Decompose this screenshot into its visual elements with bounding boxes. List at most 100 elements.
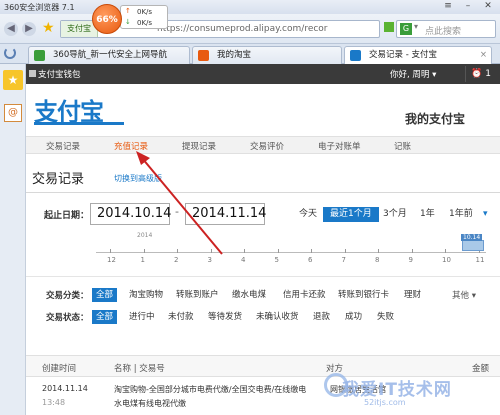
timeline-tick — [177, 249, 178, 253]
range-dropdown-icon[interactable]: ▾ — [480, 207, 491, 222]
watermark-text: 我爱IT技术网 — [342, 380, 452, 400]
search-placeholder: 点此搜索 — [425, 27, 462, 37]
category-utilities[interactable]: 缴水电煤 — [232, 288, 266, 302]
divider — [26, 276, 500, 277]
timeline-track[interactable] — [96, 252, 486, 253]
speed-indicator[interactable]: 66% — [92, 4, 122, 34]
status-success[interactable]: 成功 — [345, 310, 362, 324]
timeline-tick — [311, 249, 312, 253]
timeline-month-label: 6 — [308, 256, 313, 264]
minimize-icon[interactable]: – — [458, 0, 478, 13]
range-before-1-year[interactable]: 1年前 — [446, 207, 476, 222]
range-1-year[interactable]: 1年 — [417, 207, 438, 222]
back-icon[interactable]: ◀ — [4, 22, 18, 36]
timeline-month-label: 9 — [408, 256, 413, 264]
timeline-tick — [244, 249, 245, 253]
row-name[interactable]: 淘宝购物-全国部分城市电费代缴/全国交电费/在线缴电 — [114, 384, 306, 395]
category-to-bankcard[interactable]: 转账到银行卡 — [338, 288, 389, 302]
nav-withdraw-records[interactable]: 提现记录 — [182, 140, 216, 152]
start-date-input[interactable]: 2014.10.14 — [90, 203, 171, 225]
category-more[interactable]: 其他 ▾ — [452, 289, 476, 301]
menu-icon[interactable]: ≡ — [438, 0, 458, 13]
category-to-account[interactable]: 转账到账户 — [176, 288, 219, 302]
upload-arrow-icon: ↑ — [125, 7, 131, 15]
tab-bar: 360导航_新一代安全上网导航 我的淘宝 交易记录 - 支付宝 × — [0, 44, 500, 64]
reload-icon[interactable] — [4, 47, 16, 59]
category-taobao[interactable]: 淘宝购物 — [129, 288, 163, 302]
tab-360-nav[interactable]: 360导航_新一代安全上网导航 — [28, 46, 190, 64]
forward-icon[interactable]: ▶ — [22, 22, 36, 36]
logo-underline — [34, 122, 124, 125]
nav-recharge-records[interactable]: 充值记录 — [114, 140, 148, 152]
timeline-month-label: 4 — [241, 256, 246, 264]
timeline-month-label: 3 — [207, 256, 212, 264]
favorite-star-icon[interactable]: ★ — [42, 20, 55, 36]
address-bar-area: ◀ ▶ ★ 支付宝 https://consumeprod.alipay.com… — [0, 14, 500, 44]
alarm-button[interactable]: ⏰ 1 — [465, 66, 496, 82]
end-date-input[interactable]: 2014.11.14 — [185, 203, 266, 225]
switch-advanced-link[interactable]: 切换到高级版 — [114, 173, 162, 184]
tab-my-taobao[interactable]: 我的淘宝 — [192, 46, 342, 64]
tab-alipay-records[interactable]: 交易记录 - 支付宝 × — [344, 46, 492, 64]
browser-sidebar: ★ @ — [0, 64, 26, 415]
page-title: 交易记录 — [32, 172, 85, 187]
status-label: 交易状态： — [46, 313, 89, 323]
watermark: 我爱IT技术网 52itjs.com — [322, 372, 500, 415]
category-all[interactable]: 全部 — [92, 288, 118, 302]
tab-favicon-icon — [350, 50, 361, 61]
nav-statement[interactable]: 电子对账单 — [318, 140, 361, 152]
download-speed: 0K/s — [137, 19, 153, 27]
timeline-selection-handle[interactable] — [462, 240, 484, 251]
row-time: 13:48 — [42, 398, 66, 407]
alipay-logo[interactable]: 支付宝 — [34, 92, 124, 127]
status-awaiting-shipment[interactable]: 等待发货 — [208, 310, 242, 324]
status-unpaid[interactable]: 未付款 — [168, 310, 194, 324]
date-range-label: 起止日期： — [44, 211, 90, 221]
upload-speed: 0K/s — [137, 8, 153, 16]
url-text: https://consumeprod.alipay.com/recor — [157, 24, 328, 34]
row-name-continued[interactable]: 水电煤有线电视代缴 — [114, 398, 186, 409]
favorites-icon[interactable]: ★ — [3, 70, 23, 90]
chevron-down-icon: ▾ — [432, 70, 437, 80]
status-all[interactable]: 全部 — [92, 310, 118, 324]
status-in-progress[interactable]: 进行中 — [129, 310, 155, 324]
range-today[interactable]: 今天 — [296, 207, 320, 222]
nav-trade-reviews[interactable]: 交易评价 — [250, 140, 284, 152]
timeline-tick — [445, 249, 446, 253]
tab-close-icon[interactable]: × — [480, 47, 487, 64]
timeline-month-label: 11 — [475, 256, 485, 264]
nav-trade-records[interactable]: 交易记录 — [46, 140, 80, 152]
timeline-month-label: 12 — [107, 256, 116, 264]
browser-titlebar: 360安全浏览器 7.1 ≡ – ✕ — [0, 0, 500, 14]
category-finance[interactable]: 理财 — [404, 288, 421, 302]
timeline-month-label: 8 — [375, 256, 380, 264]
status-unconfirmed-receipt[interactable]: 未确认收货 — [256, 310, 299, 324]
timeline-month-label: 7 — [341, 256, 346, 264]
clock-icon: ⏰ — [471, 69, 483, 79]
category-credit-card[interactable]: 信用卡还款 — [283, 288, 326, 302]
chevron-down-icon: ▾ — [471, 291, 476, 301]
close-window-icon[interactable]: ✕ — [478, 0, 498, 13]
tab-label: 我的淘宝 — [217, 50, 252, 60]
date-separator: - — [175, 205, 179, 218]
timeline-tick — [143, 249, 145, 253]
divider — [26, 192, 500, 193]
timeline-tick — [277, 249, 279, 253]
search-input[interactable]: G ▾ 点此搜索 — [396, 20, 496, 38]
nav-bookkeeping[interactable]: 记账 — [394, 140, 411, 152]
download-arrow-icon: ↓ — [125, 18, 131, 26]
watermark-sub: 52itjs.com — [364, 398, 406, 407]
tab-favicon-icon — [198, 50, 209, 61]
mail-icon[interactable]: @ — [4, 104, 22, 122]
range-3-months[interactable]: 3个月 — [380, 207, 410, 222]
range-last-month[interactable]: 最近1个月 — [323, 207, 379, 222]
status-refund[interactable]: 退款 — [313, 310, 330, 324]
search-engine-icon[interactable]: G — [400, 23, 412, 35]
chevron-down-icon[interactable]: ▾ — [414, 22, 418, 31]
wallet-link[interactable]: 支付宝钱包 — [38, 68, 81, 80]
row-date: 2014.11.14 — [42, 384, 88, 393]
phone-icon — [29, 70, 36, 77]
user-greeting[interactable]: 你好, 周明 ▾ — [390, 68, 436, 80]
status-failed[interactable]: 失败 — [377, 310, 394, 324]
col-name-tradeno: 名称 | 交易号 — [114, 364, 165, 374]
